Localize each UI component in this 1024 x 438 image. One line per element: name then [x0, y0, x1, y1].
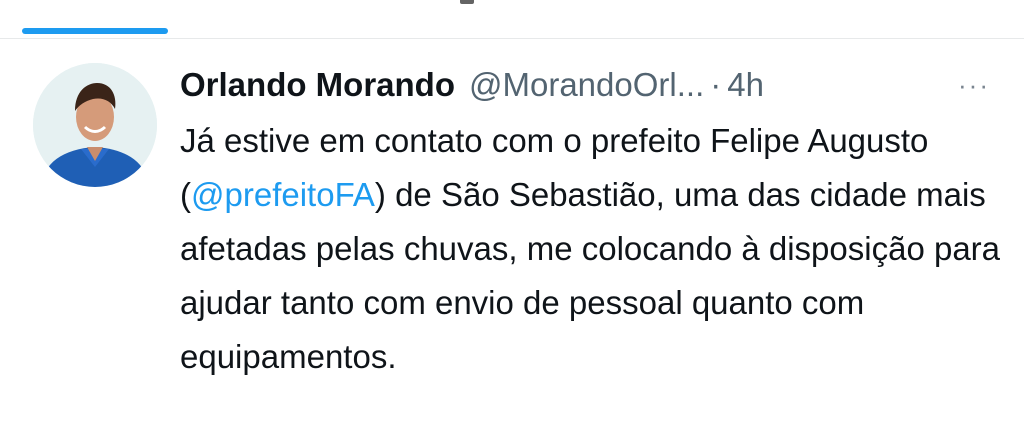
mention-link[interactable]: @prefeitoFA [191, 176, 375, 213]
top-clipped-area [0, 0, 1024, 14]
more-options-button[interactable]: ··· [955, 70, 993, 100]
separator-dot: · [710, 66, 722, 103]
avatar[interactable] [33, 63, 157, 187]
header-divider [0, 38, 1024, 39]
author-name[interactable]: Orlando Morando [180, 60, 455, 110]
tweet-header: Orlando Morando @MorandoOrl... · 4h [180, 60, 764, 110]
more-dots-icon: ··· [958, 69, 990, 100]
profile-photo [33, 63, 157, 187]
author-handle[interactable]: @MorandoOrl... [469, 60, 704, 110]
clipped-text-fragment [460, 0, 474, 4]
tweet-timestamp[interactable]: 4h [727, 60, 764, 110]
tweet-text: Já estive em contato com o prefeito Feli… [180, 114, 1010, 384]
active-tab-indicator [22, 28, 168, 34]
